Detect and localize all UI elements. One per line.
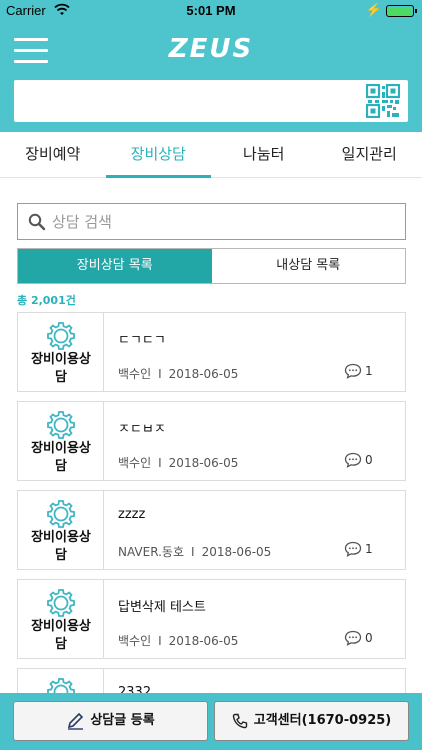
qr-code-icon[interactable] <box>366 84 400 118</box>
post-title: ㄷㄱㄷㄱ <box>118 333 166 348</box>
post-title: zzzz <box>118 507 146 522</box>
comment-icon <box>344 630 362 646</box>
post-card[interactable]: 장비이용상담 ㄷㄱㄷㄱ 백수인 I 2018-06-05 1 <box>17 312 406 392</box>
gear-icon <box>46 321 76 351</box>
post-meta: 백수인 I 2018-06-05 <box>118 454 238 471</box>
comment-count: 0 <box>365 453 373 467</box>
comment-icon <box>344 452 362 468</box>
meta-separator: I <box>158 367 162 381</box>
gear-icon <box>46 499 76 529</box>
meta-separator: I <box>158 456 162 470</box>
register-post-button[interactable]: 상담글 등록 <box>13 701 208 741</box>
post-meta: NAVER.동호 I 2018-06-05 <box>118 543 271 560</box>
post-author: 백수인 <box>118 456 152 470</box>
post-category-cell: 장비이용상담 <box>18 313 104 391</box>
app-logo: ZEUS <box>168 34 254 64</box>
customer-center-button[interactable]: 고객센터(1670-0925) <box>214 701 409 741</box>
meta-separator: I <box>191 545 195 559</box>
post-date: 2018-06-05 <box>201 545 272 559</box>
search-input[interactable] <box>52 204 392 239</box>
post-meta: 백수인 I 2018-06-05 <box>118 365 238 382</box>
comment-count: 1 <box>365 364 373 378</box>
pencil-icon <box>68 712 84 730</box>
post-date: 2018-06-05 <box>168 456 239 470</box>
gear-icon <box>46 588 76 618</box>
total-count: 총 2,001건 <box>17 294 76 307</box>
list-segment-control: 장비상담 목록 내상담 목록 <box>17 248 406 284</box>
post-date: 2018-06-05 <box>168 367 239 381</box>
comment-count: 1 <box>365 542 373 556</box>
post-category: 장비이용상담 <box>31 352 91 385</box>
comment-icon <box>344 363 362 379</box>
post-category: 장비이용상담 <box>31 530 91 563</box>
qr-scan-bar[interactable] <box>14 80 408 122</box>
search-box <box>17 203 406 240</box>
tab-equipment-consultation[interactable]: 장비상담 <box>105 132 212 178</box>
customer-center-label: 고객센터(1670-0925) <box>253 713 392 728</box>
post-category: 장비이용상담 <box>31 619 91 652</box>
tab-log-management[interactable]: 일지관리 <box>317 132 422 177</box>
post-card[interactable]: 장비이용상담 답변삭제 테스트백수인 I 2018-06-05 0 <box>17 579 406 659</box>
bottom-action-bar: 상담글 등록 고객센터(1670-0925) <box>0 693 422 750</box>
post-meta: 백수인 I 2018-06-05 <box>118 632 238 649</box>
post-card[interactable]: 장비이용상담 ㅈㄷㅂㅈ 백수인 I 2018-06-05 0 <box>17 401 406 481</box>
post-card[interactable]: 장비이용상담 zzzz NAVER.동호 I 2018-06-05 1 <box>17 490 406 570</box>
post-date: 2018-06-05 <box>168 634 239 648</box>
post-title: ㅈㄷㅂㅈ <box>118 422 166 437</box>
post-category-cell: 장비이용상담 <box>18 580 104 658</box>
charging-icon: ⚡ <box>365 2 382 17</box>
clock: 5:01 PM <box>186 3 236 18</box>
post-category-cell: 장비이용상담 <box>18 491 104 569</box>
register-post-label: 상담글 등록 <box>90 713 155 728</box>
comment-icon <box>344 541 362 557</box>
post-category: 장비이용상담 <box>31 441 91 474</box>
battery-icon <box>386 5 417 17</box>
gear-icon <box>46 410 76 440</box>
search-icon <box>28 213 46 231</box>
status-bar: Carrier 5:01 PM ⚡ <box>0 0 422 22</box>
tab-equipment-reservation[interactable]: 장비예약 <box>0 132 106 177</box>
post-author: NAVER.동호 <box>118 545 185 559</box>
tab-sharing[interactable]: 나눔터 <box>211 132 317 177</box>
phone-icon <box>232 713 247 728</box>
comment-count: 0 <box>365 631 373 645</box>
segment-my-consultation-list[interactable]: 내상담 목록 <box>211 249 405 283</box>
segment-consultation-list[interactable]: 장비상담 목록 <box>18 249 212 283</box>
meta-separator: I <box>158 634 162 648</box>
post-author: 백수인 <box>118 634 152 648</box>
post-author: 백수인 <box>118 367 152 381</box>
main-tabs: 장비예약 장비상담 나눔터 일지관리 <box>0 132 422 178</box>
post-title: 답변삭제 테스트 <box>118 600 206 615</box>
app-header: ZEUS <box>0 22 422 132</box>
post-category-cell: 장비이용상담 <box>18 402 104 480</box>
